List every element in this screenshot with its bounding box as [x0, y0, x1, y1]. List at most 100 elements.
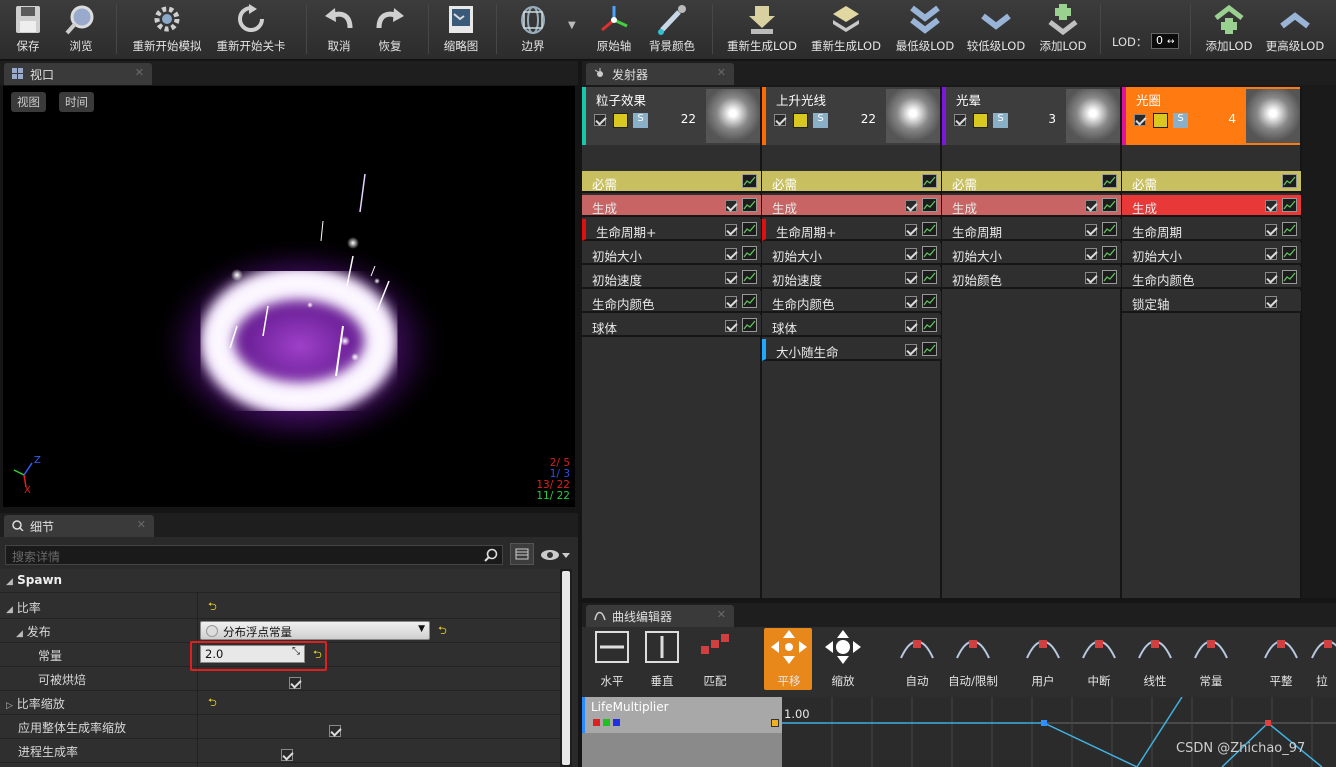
emitter-module[interactable]: 初始速度	[582, 267, 761, 289]
emitter-module[interactable]: 必需	[1122, 171, 1301, 193]
emitter-module[interactable]: 大小随生命	[762, 339, 941, 361]
emitter-solo-icon[interactable]: S	[993, 113, 1008, 128]
curve-graph-icon[interactable]	[742, 174, 757, 188]
close-icon[interactable]: ✕	[717, 66, 726, 79]
reset-arrow-icon[interactable]: ⮌	[208, 598, 217, 617]
curve-graph-icon[interactable]	[922, 174, 937, 188]
distribution-dropdown[interactable]: 分布浮点常量 ▼	[200, 621, 430, 640]
module-enable-checkbox[interactable]	[905, 248, 917, 260]
emitter-enable-checkbox[interactable]	[594, 114, 606, 126]
emitter-header[interactable]: 光晕 S 3	[942, 87, 1120, 145]
add-lod-button-1[interactable]: 添加LOD	[1034, 0, 1092, 58]
module-enable-checkbox[interactable]	[1265, 224, 1277, 236]
emitter-solo-icon[interactable]: S	[633, 113, 648, 128]
fit-vertical-button[interactable]: 垂直	[637, 628, 687, 689]
view-options-button[interactable]	[540, 547, 572, 563]
browse-button[interactable]: 浏览	[58, 0, 104, 58]
tangent-auto-clamped-button[interactable]: 自动/限制	[948, 628, 998, 689]
tangent-auto-button[interactable]: 自动	[892, 628, 942, 689]
emitter-module[interactable]: 必需	[762, 171, 941, 193]
emitter-enable-checkbox[interactable]	[954, 114, 966, 126]
thumbnail-button[interactable]: 缩略图	[436, 0, 486, 58]
emitter-module[interactable]: 球体	[582, 315, 761, 337]
module-enable-checkbox[interactable]	[1265, 296, 1277, 308]
module-enable-checkbox[interactable]	[725, 200, 737, 212]
module-enable-checkbox[interactable]	[905, 272, 917, 284]
curve-graph[interactable]: 1.00	[782, 697, 1336, 767]
emitter-module[interactable]: 生命周期+	[762, 219, 941, 241]
curve-graph-icon[interactable]	[1102, 174, 1117, 188]
restart-level-button[interactable]: 重新开始关卡	[210, 0, 292, 58]
module-enable-checkbox[interactable]	[905, 200, 917, 212]
bakeable-checkbox[interactable]	[289, 677, 302, 689]
reset-arrow-icon[interactable]: ⮌	[438, 622, 447, 641]
tangent-break-button[interactable]: 中断	[1074, 628, 1124, 689]
curve-graph-icon[interactable]	[1282, 246, 1297, 260]
tangent-user-button[interactable]: 用户	[1018, 628, 1068, 689]
process-spawn-rate-checkbox[interactable]	[281, 749, 294, 761]
module-enable-checkbox[interactable]	[1085, 200, 1097, 212]
save-button[interactable]: 保存	[4, 0, 52, 58]
emitter-module[interactable]: 球体	[762, 315, 941, 337]
higher-lod-button[interactable]: 更高级LOD	[1262, 0, 1328, 58]
module-enable-checkbox[interactable]	[905, 320, 917, 332]
row-rate[interactable]: ◢ 比率 ⮌	[0, 595, 560, 619]
bounds-dropdown-arrow-icon[interactable]: ▼	[568, 20, 576, 31]
emitter-module[interactable]: 生命内颜色	[762, 291, 941, 313]
module-enable-checkbox[interactable]	[1085, 248, 1097, 260]
emitter-header[interactable]: 粒子效果 S 22	[582, 87, 760, 145]
module-enable-checkbox[interactable]	[725, 272, 737, 284]
lod-spinner[interactable]: 0 ↔	[1151, 33, 1179, 49]
curve-graph-icon[interactable]	[922, 294, 937, 308]
emitter-module[interactable]: 生命内颜色	[582, 291, 761, 313]
view-menu-button[interactable]: 视图	[11, 92, 46, 112]
curve-graph-icon[interactable]	[1102, 198, 1117, 212]
close-icon[interactable]: ✕	[135, 66, 144, 79]
emitter-module[interactable]: 生命周期	[942, 219, 1121, 241]
module-enable-checkbox[interactable]	[905, 224, 917, 236]
emitter-solo-icon[interactable]: S	[813, 113, 828, 128]
emitter-module[interactable]: 生命周期	[1122, 219, 1301, 241]
curve-graph-icon[interactable]	[1102, 222, 1117, 236]
interp-linear-button[interactable]: 线性	[1130, 628, 1180, 689]
emitter-module[interactable]: 生成	[762, 195, 941, 217]
module-enable-checkbox[interactable]	[725, 320, 737, 332]
fit-match-button[interactable]: 匹配	[690, 628, 740, 689]
emitter-module[interactable]: 必需	[582, 171, 761, 193]
zoom-button[interactable]: 缩放	[818, 628, 868, 689]
curve-graph-icon[interactable]	[922, 318, 937, 332]
emitter-module[interactable]: 生命周期+	[582, 219, 761, 241]
emitter-solo-icon[interactable]: S	[1173, 113, 1188, 128]
straighten-button[interactable]: 拉	[1308, 628, 1336, 689]
emitter-enable-checkbox[interactable]	[1134, 114, 1146, 126]
emitter-header[interactable]: 光圈 S 4	[1122, 87, 1300, 145]
curve-graph-icon[interactable]	[922, 270, 937, 284]
curve-graph-icon[interactable]	[742, 318, 757, 332]
regenerate-lod-button-2[interactable]: 重新生成LOD	[806, 0, 886, 58]
curve-graph-icon[interactable]	[1282, 198, 1297, 212]
green-channel-toggle[interactable]	[603, 719, 610, 726]
search-input[interactable]: 搜索详情	[5, 545, 503, 565]
curve-graph-icon[interactable]	[1102, 246, 1117, 260]
row-distribution[interactable]: ◢ 发布 分布浮点常量 ▼ ⮌	[0, 619, 560, 643]
apply-global-scale-checkbox[interactable]	[329, 725, 342, 737]
curve-graph-icon[interactable]	[1102, 270, 1117, 284]
regenerate-lod-button-1[interactable]: 重新生成LOD	[722, 0, 802, 58]
close-icon[interactable]: ✕	[717, 608, 726, 621]
restart-sim-button[interactable]: 重新开始模拟	[126, 0, 208, 58]
row-rate-scale[interactable]: ▷ 比率缩放 ⮌	[0, 691, 560, 715]
curve-graph-icon[interactable]	[742, 222, 757, 236]
module-enable-checkbox[interactable]	[725, 248, 737, 260]
emitter-module[interactable]: 初始大小	[1122, 243, 1301, 265]
emitter-module[interactable]: 必需	[942, 171, 1121, 193]
emitter-header[interactable]: 上升光线 S 22	[762, 87, 940, 145]
interp-constant-button[interactable]: 常量	[1186, 628, 1236, 689]
emitter-render-mode-icon[interactable]	[973, 113, 988, 128]
blue-channel-toggle[interactable]	[613, 719, 620, 726]
module-enable-checkbox[interactable]	[1085, 272, 1097, 284]
scrollbar-thumb[interactable]	[562, 571, 570, 765]
emitter-render-mode-icon[interactable]	[793, 113, 808, 128]
curve-graph-icon[interactable]	[1282, 222, 1297, 236]
emitter-render-mode-icon[interactable]	[1153, 113, 1168, 128]
module-enable-checkbox[interactable]	[1265, 248, 1277, 260]
